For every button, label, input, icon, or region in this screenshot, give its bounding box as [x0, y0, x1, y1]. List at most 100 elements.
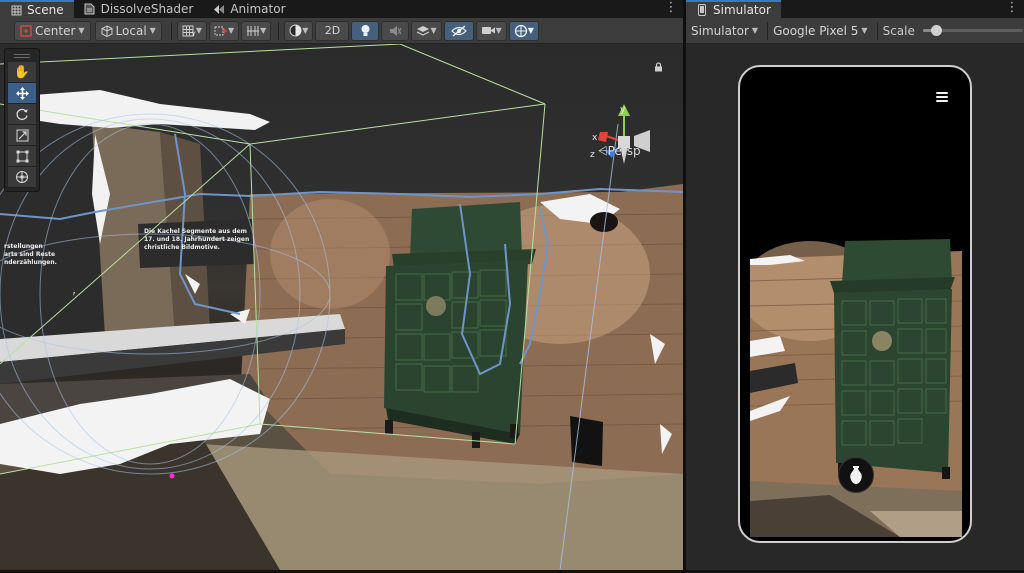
vase-action-button[interactable]	[838, 457, 874, 493]
scene-render	[0, 44, 683, 570]
hamburger-menu-icon[interactable]	[936, 92, 948, 102]
transform-tool-button[interactable]	[8, 167, 36, 188]
scene-audio-toggle[interactable]	[381, 20, 410, 41]
space-mode-dropdown[interactable]: Local ▼	[94, 20, 162, 41]
chevron-down-icon: ▼	[260, 26, 267, 35]
toggle-2d-button[interactable]: 2D	[315, 20, 350, 41]
move-arrows-icon	[15, 86, 29, 100]
draw-mode-dropdown[interactable]: ▼	[284, 20, 314, 41]
rect-tool-button[interactable]	[8, 146, 36, 167]
chevron-down-icon: ▼	[527, 26, 534, 35]
simulator-toolbar: Simulator ▼ Google Pixel 5 ▼ Scale	[686, 18, 1024, 44]
tab-simulator-label: Simulator	[713, 3, 771, 17]
hand-icon: ✋	[13, 64, 31, 80]
scene-camera-dropdown[interactable]: ▼	[475, 20, 507, 41]
scene-toolbar: Center ▼ Local ▼ Y ▼ ▼ ▼ ▼ 2D ▼ ▼ ▼	[0, 18, 683, 44]
toolbar-separator	[767, 21, 769, 40]
device-label: Google Pixel 5	[773, 23, 859, 38]
chevron-down-icon: ▼	[430, 26, 437, 35]
chevron-down-icon: ▼	[78, 26, 85, 35]
simulator-mode-dropdown[interactable]: Simulator ▼	[688, 21, 761, 41]
scene-viewport[interactable]: rstellungen arts sind Reste nderzählunge…	[0, 44, 683, 570]
tab-dissolve-shader[interactable]: DissolveShader	[74, 0, 204, 18]
rotate-icon	[16, 108, 28, 121]
projection-toggle[interactable]: ⩤Persp	[598, 144, 641, 159]
tab-simulator[interactable]: Simulator	[686, 0, 781, 18]
gizmo-x-label: x	[592, 133, 598, 143]
scene-more-options-icon[interactable]: ⋮	[664, 0, 678, 18]
toolbar-separator	[876, 21, 878, 40]
grid-snap-icon: Y	[182, 25, 196, 37]
toolbar-separator	[278, 21, 280, 40]
grid-icon	[10, 4, 22, 16]
pivot-mode-dropdown[interactable]: Center ▼	[14, 20, 91, 41]
device-frame[interactable]	[738, 65, 972, 543]
tab-animator-label: Animator	[230, 2, 286, 16]
scene-stove-relief	[426, 296, 446, 316]
tab-animator[interactable]: Animator	[203, 0, 295, 18]
simulator-mode-label: Simulator	[691, 23, 749, 38]
simulator-tab-bar: Simulator	[686, 0, 1024, 18]
light-bulb-icon	[361, 25, 370, 36]
move-tool-button[interactable]	[8, 83, 36, 104]
phone-icon	[696, 4, 708, 16]
layers-icon	[417, 25, 430, 36]
pivot-mode-label: Center	[35, 23, 76, 38]
scene-tab-bar: Scene DissolveShader Animator	[0, 0, 683, 18]
scene-pivot-point	[169, 473, 175, 479]
chevron-down-icon: ▼	[495, 26, 502, 35]
scene-visibility-toggle[interactable]	[443, 20, 474, 41]
align-snap-button[interactable]: ▼	[241, 20, 272, 41]
scale-slider-track[interactable]	[922, 25, 1023, 36]
scale-tool-button[interactable]	[8, 125, 36, 146]
scale-icon	[16, 129, 28, 141]
scene-sign-right-text: Die Kachel Segmente aus dem 17. und 18. …	[144, 228, 250, 251]
pivot-icon	[20, 24, 32, 37]
snap-increment-icon	[214, 26, 227, 35]
scene-lighting-toggle[interactable]	[351, 20, 380, 41]
scale-slider[interactable]	[922, 25, 1023, 36]
overlay-grip-handle[interactable]	[8, 51, 36, 60]
orientation-gizmo[interactable]: y x z	[588, 102, 658, 172]
scale-slider-thumb[interactable]	[930, 25, 942, 36]
animator-icon	[213, 3, 225, 15]
cube-icon	[101, 24, 113, 37]
gizmo-globe-icon	[514, 24, 527, 37]
vase-icon	[850, 466, 862, 484]
perspective-icon: ⩤	[598, 144, 608, 158]
simulator-viewport	[686, 44, 1024, 570]
tab-scene-label: Scene	[27, 3, 64, 17]
scene-tools-overlay: ✋	[4, 48, 40, 192]
projection-label: Persp	[607, 144, 641, 158]
chevron-down-icon: ▼	[195, 26, 202, 35]
gizmo-x-cone	[598, 132, 608, 142]
scale-label: Scale	[882, 23, 915, 38]
chevron-down-icon: ▼	[861, 26, 868, 35]
transform-icon	[16, 171, 28, 183]
chevron-down-icon: ▼	[227, 26, 235, 35]
chevron-down-icon: ▼	[751, 26, 759, 35]
hand-tool-button[interactable]: ✋	[8, 62, 36, 83]
scene-effects-dropdown[interactable]: ▼	[411, 20, 442, 41]
tab-scene[interactable]: Scene	[0, 0, 74, 18]
align-icon	[247, 25, 260, 36]
toolbar-separator	[170, 21, 172, 40]
speaker-muted-icon	[389, 25, 402, 36]
space-mode-label: Local	[115, 23, 147, 38]
rect-transform-icon	[16, 150, 28, 162]
hidden-eye-icon	[450, 24, 467, 37]
camera-icon	[481, 27, 495, 34]
shading-sphere-icon	[289, 24, 302, 37]
gizmos-dropdown[interactable]: ▼	[508, 20, 539, 41]
gizmo-y-label: y	[620, 105, 626, 115]
tab-dissolve-shader-label: DissolveShader	[100, 2, 194, 16]
chevron-down-icon: ▼	[302, 26, 309, 35]
rotate-tool-button[interactable]	[8, 104, 36, 125]
gizmo-lock-icon[interactable]	[654, 62, 663, 75]
shader-file-icon	[84, 3, 96, 15]
increment-snap-button[interactable]: ▼	[208, 20, 240, 41]
grid-snap-button[interactable]: Y ▼	[176, 20, 207, 41]
gizmo-z-label: z	[590, 150, 595, 160]
simulator-more-options-icon[interactable]: ⋮	[1005, 0, 1019, 18]
device-dropdown[interactable]: Google Pixel 5 ▼	[770, 21, 871, 41]
